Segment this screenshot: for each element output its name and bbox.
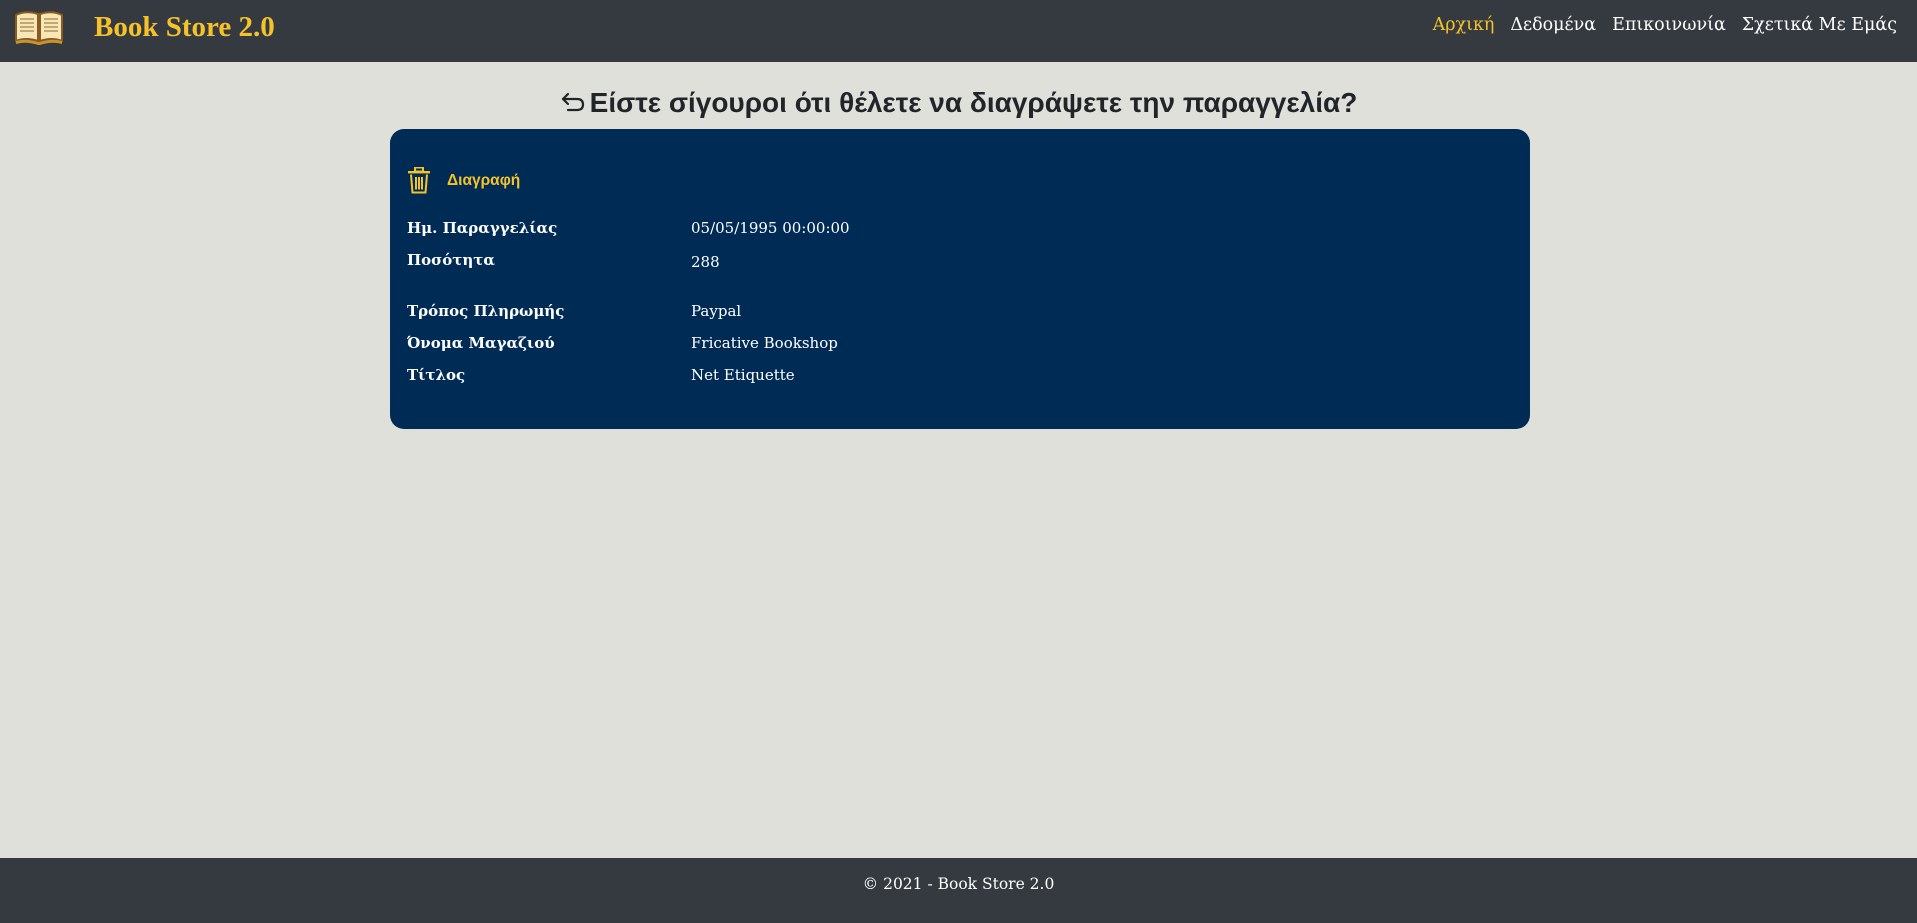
delete-label: Διαγραφή: [447, 171, 521, 189]
field-row-quantity: Ποσότητα 288: [407, 251, 1507, 271]
heading-text: Είστε σίγουροι ότι θέλετε να διαγράψετε …: [589, 87, 1358, 118]
order-details-card: Διαγραφή Ημ. Παραγγελίας 05/05/1995 00:0…: [390, 129, 1530, 429]
field-row-payment-method: Τρόπος Πληρωμής Paypal: [407, 302, 1507, 322]
top-navbar: Book Store 2.0 Αρχική Δεδομένα Επικοινων…: [0, 0, 1917, 62]
field-value: Net Etiquette: [691, 366, 795, 384]
nav-item-contact[interactable]: Επικοινωνία: [1612, 15, 1726, 35]
page-heading: Είστε σίγουροι ότι θέλετε να διαγράψετε …: [0, 87, 1917, 119]
field-value: 288: [691, 253, 720, 271]
nav-menu: Αρχική Δεδομένα Επικοινωνία Σχετικά Με Ε…: [1433, 15, 1897, 35]
field-label: Τίτλος: [407, 366, 466, 384]
nav-item-home[interactable]: Αρχική: [1433, 15, 1495, 35]
field-value: Paypal: [691, 302, 742, 320]
field-row-title: Τίτλος Net Etiquette: [407, 366, 1507, 386]
delete-button[interactable]: Διαγραφή: [407, 167, 520, 194]
nav-item-about[interactable]: Σχετικά Με Εμάς: [1742, 15, 1897, 35]
field-row-store-name: Όνομα Μαγαζιού Fricative Bookshop: [407, 334, 1507, 354]
back-arrow-icon[interactable]: [560, 91, 586, 113]
footer-copyright: © 2021 - Book Store 2.0: [862, 875, 1055, 893]
nav-item-data[interactable]: Δεδομένα: [1510, 15, 1596, 35]
field-label: Τρόπος Πληρωμής: [407, 302, 565, 320]
page-footer: © 2021 - Book Store 2.0: [0, 858, 1917, 923]
trash-icon: [408, 167, 430, 194]
field-row-order-date: Ημ. Παραγγελίας 05/05/1995 00:00:00: [407, 219, 1507, 239]
field-label: Όνομα Μαγαζιού: [407, 334, 555, 352]
field-value: 05/05/1995 00:00:00: [691, 219, 850, 237]
field-label: Ημ. Παραγγελίας: [407, 219, 558, 237]
field-label: Ποσότητα: [407, 251, 495, 269]
brand-title[interactable]: Book Store 2.0: [94, 11, 275, 44]
open-book-icon[interactable]: [14, 7, 64, 45]
field-value: Fricative Bookshop: [691, 334, 838, 352]
